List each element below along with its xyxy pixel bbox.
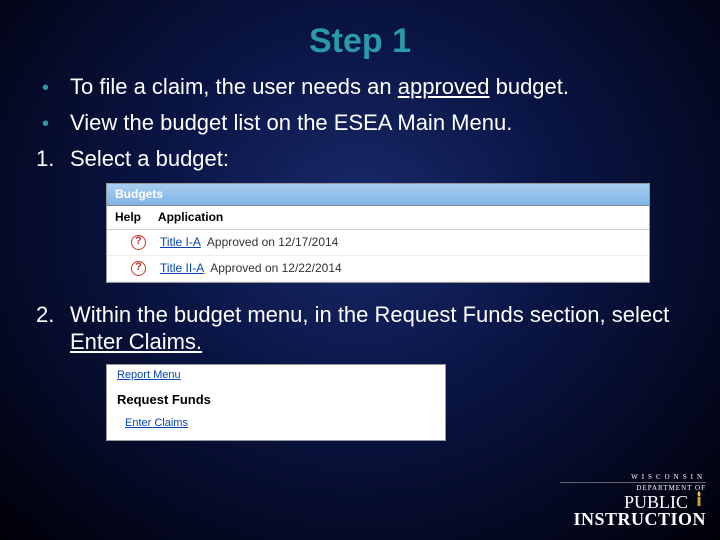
- bullet-text: View the budget list on the ESEA Main Me…: [70, 109, 684, 137]
- menubar: Help Application: [107, 206, 649, 230]
- number-marker: 2.: [36, 301, 70, 356]
- budget-status: Approved on 12/17/2014: [207, 235, 338, 250]
- bullet-item: • View the budget list on the ESEA Main …: [36, 109, 684, 137]
- numbered-item: 1. Select a budget:: [36, 145, 684, 173]
- report-menu-link[interactable]: Report Menu: [117, 369, 435, 383]
- numbered-item: 2. Within the budget menu, in the Reques…: [36, 301, 684, 356]
- menu-help[interactable]: Help: [115, 210, 141, 224]
- request-funds-heading: Request Funds: [117, 392, 435, 408]
- dpi-logo: WISCONSIN DEPARTMENT OF PUBLIC INSTRUCTI…: [560, 473, 706, 530]
- budget-status: Approved on 12/22/2014: [210, 261, 341, 276]
- bullet-item: • To file a claim, the user needs an app…: [36, 73, 684, 101]
- enter-claims-link[interactable]: Enter Claims: [125, 417, 435, 431]
- logo-word-instruction: INSTRUCTION: [573, 509, 706, 529]
- bullet-marker: •: [36, 109, 70, 137]
- bullet-text: To file a claim, the user needs an appro…: [70, 73, 684, 101]
- slide-content: • To file a claim, the user needs an app…: [0, 73, 720, 441]
- number-marker: 1.: [36, 145, 70, 173]
- slide-title: Step 1: [0, 0, 720, 73]
- underlined-word: approved: [398, 74, 490, 99]
- logo-state: WISCONSIN: [560, 473, 706, 483]
- menu-application[interactable]: Application: [158, 210, 223, 224]
- budget-link-title-ii-a[interactable]: Title II-A: [160, 261, 204, 276]
- budget-row: ? Title I-A Approved on 12/17/2014: [107, 230, 649, 256]
- help-icon[interactable]: ?: [131, 261, 146, 276]
- numbered-text: Select a budget:: [70, 145, 684, 173]
- help-icon[interactable]: ?: [131, 235, 146, 250]
- budget-row: ? Title II-A Approved on 12/22/2014: [107, 256, 649, 282]
- request-funds-screenshot: Report Menu Request Funds Enter Claims: [106, 364, 446, 442]
- underlined-link-text: Enter Claims.: [70, 329, 202, 354]
- budget-list-screenshot: Budgets Help Application ? Title I-A App…: [106, 183, 650, 283]
- budget-link-title-i-a[interactable]: Title I-A: [160, 235, 201, 250]
- numbered-text: Within the budget menu, in the Request F…: [70, 301, 684, 356]
- torch-icon: [692, 490, 706, 508]
- bullet-marker: •: [36, 73, 70, 101]
- panel-header: Budgets: [107, 184, 649, 206]
